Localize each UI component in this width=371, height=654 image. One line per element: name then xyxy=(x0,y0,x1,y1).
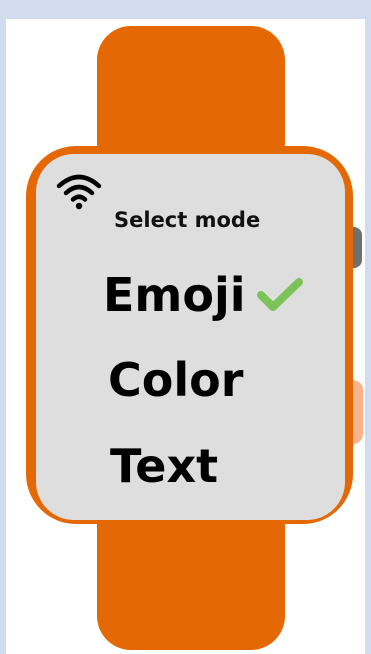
mode-option-text[interactable]: Text xyxy=(110,443,218,489)
screen-heading: Select mode xyxy=(114,208,261,232)
mode-option-emoji[interactable]: Emoji xyxy=(103,272,246,318)
mode-option-color[interactable]: Color xyxy=(108,357,243,403)
wifi-icon xyxy=(56,174,102,210)
checkmark-icon xyxy=(257,278,303,311)
